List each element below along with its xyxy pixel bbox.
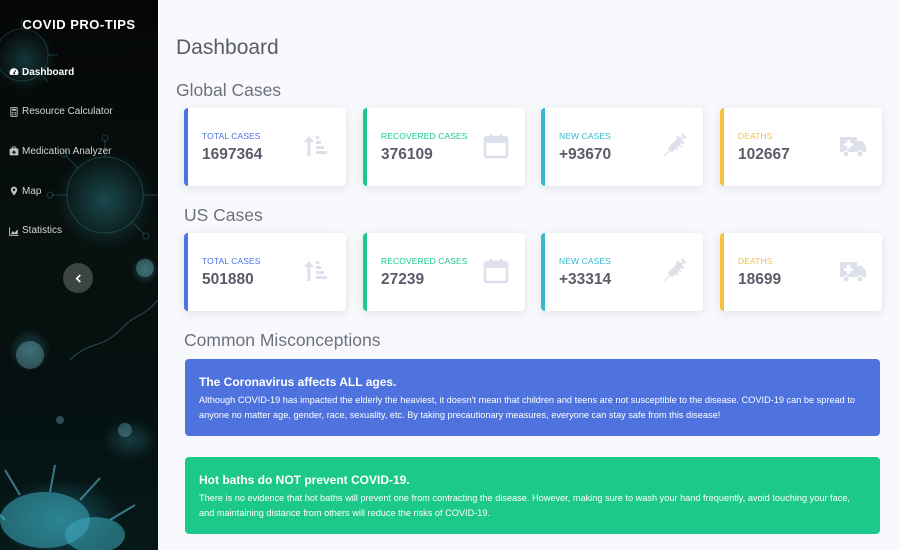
medkit-icon [8, 146, 19, 157]
card-value: +33314 [559, 271, 612, 288]
sidebar-nav: Dashboard Resource Calculator Medication… [0, 62, 158, 260]
global-recovered-cases-card: RECOVERED CASES 376109 [363, 108, 525, 186]
sort-amount-up-icon [302, 257, 332, 285]
sidebar-item-resource-calculator[interactable]: Resource Calculator [0, 102, 158, 122]
card-value: 18699 [738, 271, 782, 288]
us-deaths-card: DEATHS 18699 [720, 233, 882, 311]
chart-area-icon [8, 225, 19, 236]
sidebar-item-dashboard[interactable]: Dashboard [0, 62, 158, 82]
syringe-icon [659, 257, 689, 285]
chevron-left-icon [75, 273, 81, 283]
tachometer-icon [8, 67, 19, 78]
card-value: +93670 [559, 146, 612, 163]
global-new-cases-card: NEW CASES +93670 [541, 108, 703, 186]
map-marker-icon [8, 186, 19, 197]
global-deaths-card: DEATHS 102667 [720, 108, 882, 186]
calculator-icon [8, 106, 19, 117]
us-recovered-cases-card: RECOVERED CASES 27239 [363, 233, 525, 311]
main-content: Dashboard Global Cases TOTAL CASES 16973… [158, 0, 900, 550]
card-value: 27239 [381, 271, 425, 288]
alert-body: Although COVID-19 has impacted the elder… [199, 395, 855, 420]
ambulance-icon [838, 257, 868, 285]
page-title: Dashboard [176, 36, 279, 59]
card-label: TOTAL CASES [202, 256, 261, 266]
sidebar-item-label: Resource Calculator [22, 106, 113, 118]
misconceptions-title: Common Misconceptions [184, 330, 381, 350]
card-label: TOTAL CASES [202, 131, 261, 141]
ambulance-icon [838, 132, 868, 160]
calendar-icon [481, 132, 511, 160]
global-cases-title: Global Cases [176, 80, 282, 100]
syringe-icon [659, 132, 689, 160]
card-label: DEATHS [738, 256, 773, 266]
sidebar-item-label: Statistics [22, 225, 63, 237]
card-label: NEW CASES [559, 131, 611, 141]
sidebar-item-statistics[interactable]: Statistics [0, 221, 158, 241]
sidebar-collapse-button[interactable] [63, 263, 93, 293]
sidebar-item-label: Map [22, 185, 42, 197]
global-total-cases-card: TOTAL CASES 1697364 [184, 108, 346, 186]
alert-body: There is no evidence that hot baths will… [199, 493, 850, 518]
calendar-icon [481, 257, 511, 285]
card-value: 1697364 [202, 146, 263, 163]
sidebar-item-label: Dashboard [22, 66, 75, 78]
card-value: 376109 [381, 146, 433, 163]
sidebar: COVID PRO-TIPS Dashboard Resource Calcul… [0, 0, 158, 550]
brand-title[interactable]: COVID PRO-TIPS [0, 17, 158, 32]
misconception-alert-hot-baths: Hot baths do NOT prevent COVID-19. There… [185, 457, 880, 534]
card-label: NEW CASES [559, 256, 611, 266]
us-cases-title: US Cases [184, 205, 263, 225]
card-value: 102667 [738, 146, 790, 163]
sort-amount-up-icon [302, 132, 332, 160]
card-label: RECOVERED CASES [381, 131, 468, 141]
alert-title: The Coronavirus affects ALL ages. [199, 375, 397, 389]
sidebar-item-label: Medication Analyzer [22, 145, 112, 157]
sidebar-item-map[interactable]: Map [0, 181, 158, 201]
card-value: 501880 [202, 271, 254, 288]
card-label: RECOVERED CASES [381, 256, 468, 266]
alert-title: Hot baths do NOT prevent COVID-19. [199, 473, 410, 487]
card-label: DEATHS [738, 131, 773, 141]
us-total-cases-card: TOTAL CASES 501880 [184, 233, 346, 311]
us-new-cases-card: NEW CASES +33314 [541, 233, 703, 311]
misconception-alert-ages: The Coronavirus affects ALL ages. Althou… [185, 359, 880, 436]
sidebar-item-medication-analyzer[interactable]: Medication Analyzer [0, 141, 158, 161]
